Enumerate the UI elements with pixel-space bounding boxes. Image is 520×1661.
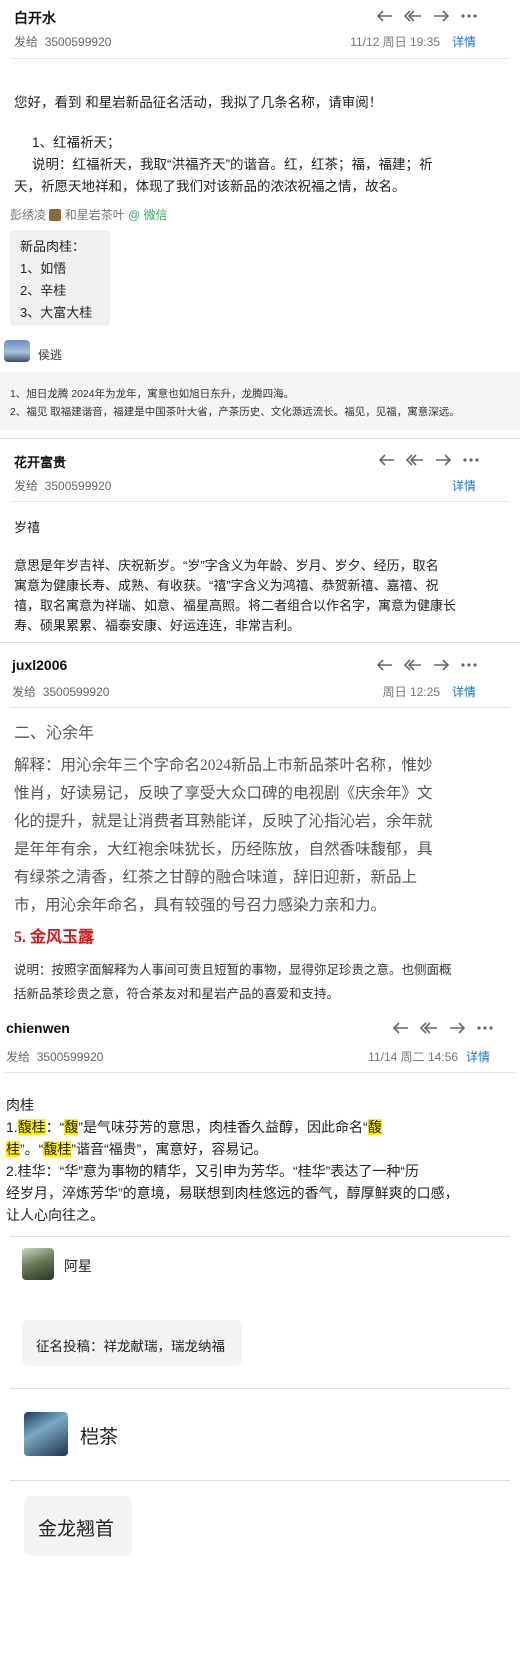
timestamp: 11/12 周日 19:35 <box>350 35 440 49</box>
forward-icon[interactable] <box>448 1020 466 1036</box>
recipient: 发给 3500599920 <box>6 1050 104 1064</box>
paragraph-line: 有绿茶之清香，红茶之甘醇的融合味道，辞旧迎新，新品上 <box>14 869 418 886</box>
more-icon[interactable] <box>460 657 478 673</box>
post-text: 金龙翘首 <box>38 1519 115 1540</box>
forward-icon[interactable] <box>434 452 452 468</box>
list-item: 1、如悟 <box>20 261 67 276</box>
divider <box>10 1236 510 1237</box>
forward-icon[interactable] <box>432 8 450 24</box>
detail-link[interactable]: 详情 <box>452 477 476 494</box>
item-text: 1、红福祈天； <box>32 135 121 150</box>
timestamp: 周日 12:25 <box>382 685 440 699</box>
reply-icon[interactable] <box>378 452 396 468</box>
list-item: 3、大富大桂 <box>20 305 93 320</box>
more-icon[interactable] <box>460 8 478 24</box>
paragraph-line: 寿、硕果累累、福泰安康、好运连连，非常吉利。 <box>14 618 301 633</box>
avatar[interactable] <box>24 1412 68 1456</box>
divider <box>10 707 510 708</box>
reply-icon[interactable] <box>376 8 394 24</box>
email-card-2: 花开富贵 发给 3500599920 详情 岁禧 意思是年岁吉祥、庆祝新岁。“岁… <box>0 438 520 638</box>
author-name[interactable]: 阿星 <box>64 1256 92 1276</box>
sender-name[interactable]: juxl2006 <box>12 657 67 673</box>
author-name[interactable]: 侯逃 <box>38 346 62 363</box>
title-text: 肉桂 <box>6 1097 34 1113</box>
mail-toolbar <box>392 1020 494 1036</box>
paragraph-line: 经岁月，淬炼芳华”的意境，易联想到肉桂悠远的香气，醇厚鲜爽的口感， <box>6 1185 459 1201</box>
avatar[interactable] <box>22 1248 54 1280</box>
reply-icon[interactable] <box>392 1020 410 1036</box>
wechat-comment: 彭绣凌 和星岩茶叶 @ 微信 新品肉桂： 1、如悟 2、辛桂 3、大富大桂 <box>0 206 520 334</box>
recipient: 发给 3500599920 <box>14 479 112 493</box>
paragraph-line: 桂”。“馥桂”谐音“福贵”，寓意好，容易记。 <box>6 1141 268 1157</box>
explain-line: 天，祈愿天地祥和，体现了我们对该新品的浓浓祝福之情，故名。 <box>14 179 406 194</box>
detail-link[interactable]: 详情 <box>466 1048 490 1065</box>
reply-icon[interactable] <box>376 657 394 673</box>
note-box: 1、旭日龙腾 2024年为龙年，寓意也如旭日东升，龙腾四海。 2、福见 取福建谐… <box>0 372 520 430</box>
post-text: 征名投稿：祥龙献瑞，瑞龙纳福 <box>36 1339 225 1354</box>
divider <box>4 1072 516 1073</box>
sender-name[interactable]: 白开水 <box>14 8 56 28</box>
explain-line: 说明：红福祈天，我取“洪福齐天”的谐音。红，红茶；福，福建；祈 <box>32 157 433 172</box>
email-card-3: juxl2006 发给 3500599920 周日 12:25 详情 二、沁余年… <box>0 642 520 1012</box>
reply-all-icon[interactable] <box>420 1020 438 1036</box>
divider <box>10 1480 510 1481</box>
mail-toolbar <box>376 657 478 673</box>
detail-link[interactable]: 详情 <box>452 683 476 700</box>
forward-icon[interactable] <box>432 657 450 673</box>
email-card-1: 白开水 发给 3500599920 11/12 周日 19:35 详情 您好，看… <box>0 0 520 206</box>
divider <box>10 1388 510 1389</box>
reply-all-icon[interactable] <box>404 657 422 673</box>
red-title: 5. 金风玉露 <box>14 929 95 946</box>
heading-text: 二、沁余年 <box>14 725 95 742</box>
mail-toolbar <box>378 452 480 468</box>
recipient: 发给 3500599920 <box>14 35 112 49</box>
note-line: 1、旭日龙腾 2024年为龙年，寓意也如旭日东升，龙腾四海。 <box>10 388 295 400</box>
detail-link[interactable]: 详情 <box>452 33 476 50</box>
more-icon[interactable] <box>462 452 480 468</box>
post-3: 桤茶 金龙翘首 <box>0 1388 520 1661</box>
desc-line: 说明：按照字面解释为人事间可贵且短暂的事物，显得弥足珍贵之意。也侧面概 <box>14 963 452 977</box>
paragraph-line: 2.桂华：“华”意为事物的精华，又引申为芳华。“桂华”表达了一种“历 <box>6 1163 419 1179</box>
greeting-text: 您好，看到 和星岩新品征名活动，我拟了几条名称，请审阅！ <box>14 95 383 110</box>
paragraph-line: 解释：用沁余年三个字命名2024新品上市新品茶叶名称，惟妙 <box>14 757 433 774</box>
list-item: 新品肉桂： <box>20 239 86 254</box>
divider <box>10 501 510 502</box>
paragraph-line: 市，用沁余年命名，具有较强的号召力感染力亲和力。 <box>14 897 387 914</box>
paragraph-line: 惟肖，好读易记，反映了享受大众口碑的电视剧《庆余年》文 <box>14 785 433 802</box>
paragraph-line: 意思是年岁吉祥、庆祝新岁。“岁”字含义为年龄、岁月、岁夕、经历，取名 <box>14 558 439 573</box>
tea-icon <box>49 209 62 221</box>
more-icon[interactable] <box>476 1020 494 1036</box>
mail-toolbar <box>376 8 478 24</box>
reply-all-icon[interactable] <box>404 8 422 24</box>
paragraph-line: 寓意为健康长寿、成熟、有收获。“禧”字含义为鸿禧、恭贺新禧、嘉禧、祝 <box>14 578 439 593</box>
paragraph-line: 是年年有余，大红袍余味犹长，历经陈放，自然香味馥郁，具 <box>14 841 433 858</box>
divider <box>10 58 510 59</box>
avatar[interactable] <box>4 340 30 362</box>
paragraph-line: 化的提升，就是让消费者耳熟能详，反映了沁指沁岩，余年就 <box>14 813 433 830</box>
paragraph-line: 禧，取名寓意为祥瑞、如意、福星高照。将二者组合以作名字，寓意为健康长 <box>14 598 457 613</box>
post-2: 阿星 征名投稿：祥龙献瑞，瑞龙纳福 <box>0 1236 520 1376</box>
list-item: 2、辛桂 <box>20 283 67 298</box>
email-card-4: chienwen 发给 3500599920 11/14 周二 14:56 详情… <box>0 1012 520 1234</box>
post-1: 侯逃 <box>0 334 520 372</box>
paragraph-line: 让人心向往之。 <box>6 1207 104 1223</box>
author-name[interactable]: 桤茶 <box>80 1422 118 1449</box>
timestamp: 11/14 周二 14:56 <box>368 1050 458 1064</box>
paragraph-line: 1.馥桂：“馥”是气味芬芳的意思，肉桂香久益醇，因此命名“馥 <box>6 1119 382 1135</box>
title-text: 岁禧 <box>14 520 41 535</box>
desc-line: 括新品茶珍贵之意，符合茶友对和星岩产品的喜爱和支持。 <box>14 987 340 1001</box>
comment-meta: 彭绣凌 和星岩茶叶 @ 微信 <box>10 208 168 222</box>
sender-name[interactable]: chienwen <box>6 1020 70 1036</box>
note-line: 2、福见 取福建谐音，福建是中国茶叶大省，产茶历史、文化源远流长。福见，见福，寓… <box>10 406 460 418</box>
sender-name[interactable]: 花开富贵 <box>14 452 66 471</box>
reply-all-icon[interactable] <box>406 452 424 468</box>
recipient: 发给 3500599920 <box>12 685 110 699</box>
